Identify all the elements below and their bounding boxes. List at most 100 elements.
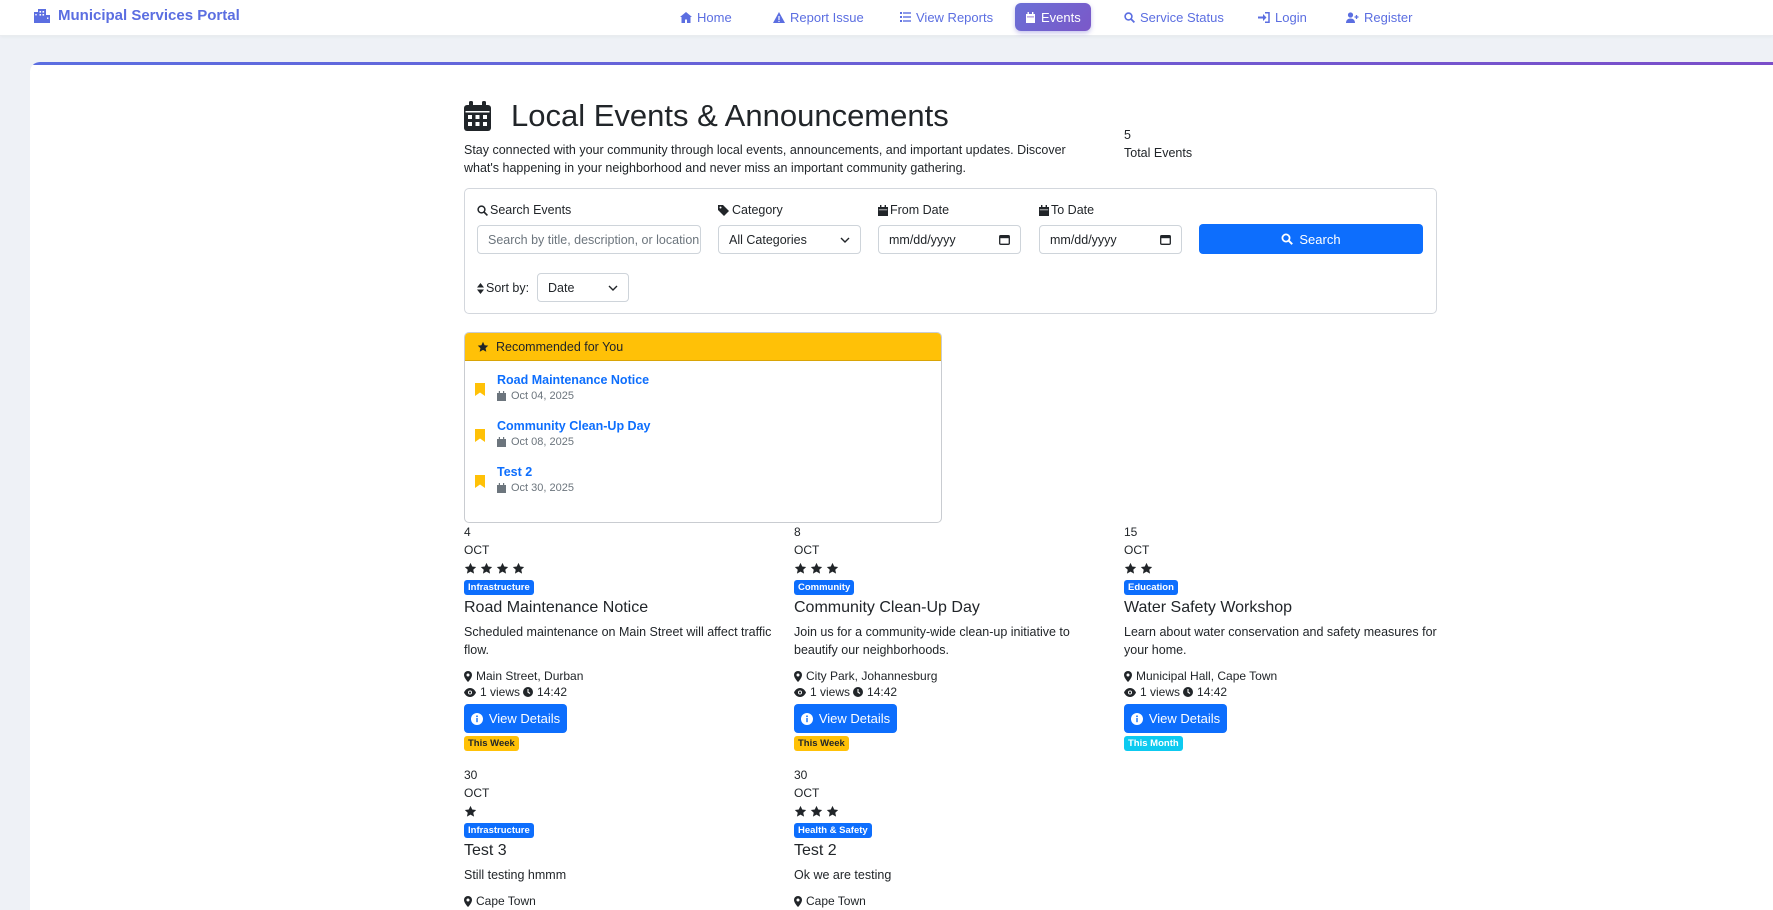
time-badge: This Week bbox=[464, 736, 519, 751]
event-description: Ok we are testing bbox=[794, 868, 892, 882]
nav-service-status[interactable]: Service Status bbox=[1114, 3, 1234, 31]
event-month: OCT bbox=[464, 786, 490, 800]
calendar-icon bbox=[497, 391, 506, 401]
sort-label: Sort by: bbox=[477, 281, 529, 295]
recommended-item-date-text: Oct 30, 2025 bbox=[511, 482, 574, 494]
sort-icon bbox=[477, 282, 484, 294]
event-description: Learn about water conservation and safet… bbox=[1124, 625, 1437, 657]
event-location-text: Municipal Hall, Cape Town bbox=[1136, 669, 1278, 683]
calendar-icon[interactable] bbox=[1160, 234, 1171, 245]
info-icon bbox=[1130, 712, 1143, 725]
nav-view-reports[interactable]: View Reports bbox=[890, 3, 1003, 31]
map-pin-icon bbox=[464, 670, 472, 682]
event-description: Scheduled maintenance on Main Street wil… bbox=[464, 625, 772, 657]
event-meta: 1 views 14:42 bbox=[464, 685, 784, 699]
event-rating bbox=[794, 802, 1114, 820]
page-title-text: Local Events & Announcements bbox=[511, 98, 949, 133]
warning-icon bbox=[773, 11, 785, 23]
event-month: OCT bbox=[464, 543, 490, 557]
sort-select-value: Date bbox=[548, 280, 575, 295]
star-icon bbox=[826, 562, 839, 574]
recommended-item[interactable]: Community Clean-Up Day Oct 08, 2025 bbox=[475, 419, 651, 448]
from-date-value: mm/dd/yyyy bbox=[889, 232, 956, 247]
event-views: 1 views bbox=[1140, 685, 1181, 699]
clock-icon bbox=[523, 687, 534, 697]
event-day: 4 bbox=[464, 525, 471, 539]
view-details-label: View Details bbox=[818, 711, 891, 726]
city-icon bbox=[34, 8, 50, 23]
event-time: 14:42 bbox=[867, 685, 898, 699]
search-input[interactable]: Search by title, description, or locatio… bbox=[477, 225, 701, 254]
search-button[interactable]: Search bbox=[1199, 224, 1423, 254]
to-date-label-text: To Date bbox=[1051, 203, 1095, 217]
event-day: 30 bbox=[794, 768, 808, 782]
sort-select[interactable]: Date bbox=[537, 273, 629, 302]
time-badge: This Month bbox=[1124, 736, 1183, 751]
event-description: Still testing hmmm bbox=[464, 868, 567, 882]
nav-service-status-label: Service Status bbox=[1140, 9, 1224, 25]
search-events-label: Search Events bbox=[477, 203, 571, 217]
nav-register[interactable]: Register bbox=[1336, 3, 1422, 31]
calendar-icon[interactable] bbox=[999, 234, 1010, 245]
eye-icon bbox=[794, 687, 806, 697]
recommended-item-title[interactable]: Road Maintenance Notice bbox=[497, 373, 649, 387]
search-button-label: Search bbox=[1299, 231, 1341, 247]
nav-home[interactable]: Home bbox=[670, 3, 742, 31]
recommended-item-date-text: Oct 08, 2025 bbox=[511, 436, 574, 448]
recommended-item-date: Oct 08, 2025 bbox=[497, 436, 651, 448]
recommended-item[interactable]: Road Maintenance Notice Oct 04, 2025 bbox=[475, 373, 649, 402]
event-location: Cape Town bbox=[464, 894, 784, 908]
event-location: City Park, Johannesburg bbox=[794, 669, 1114, 683]
nav-login[interactable]: Login bbox=[1248, 3, 1317, 31]
event-card: 15 OCT Education Water Safety Workshop L… bbox=[1124, 523, 1444, 751]
recommended-heading: Recommended for You bbox=[496, 339, 624, 354]
star-icon bbox=[496, 562, 509, 574]
event-location: Cape Town bbox=[794, 894, 1114, 908]
event-location-text: City Park, Johannesburg bbox=[806, 669, 938, 683]
recommended-item-title[interactable]: Community Clean-Up Day bbox=[497, 419, 651, 433]
home-icon bbox=[680, 11, 692, 23]
event-location-text: Cape Town bbox=[806, 894, 866, 908]
calendar-icon bbox=[464, 101, 491, 131]
bookmark-icon bbox=[475, 475, 485, 488]
from-date-input[interactable]: mm/dd/yyyy bbox=[878, 225, 1021, 254]
brand-name: Municipal Services Portal bbox=[58, 7, 240, 24]
star-icon bbox=[794, 562, 807, 574]
calendar-icon bbox=[497, 437, 506, 447]
to-date-input[interactable]: mm/dd/yyyy bbox=[1039, 225, 1182, 254]
recommended-header: Recommended for You bbox=[465, 333, 941, 361]
event-meta: 1 views 14:42 bbox=[794, 685, 1114, 699]
to-date-label: To Date bbox=[1039, 203, 1094, 217]
event-rating bbox=[1124, 559, 1444, 577]
nav-events[interactable]: Events bbox=[1015, 3, 1091, 31]
recommended-item[interactable]: Test 2 Oct 30, 2025 bbox=[475, 465, 574, 494]
recommended-item-date: Oct 30, 2025 bbox=[497, 482, 574, 494]
category-label: Category bbox=[718, 203, 783, 217]
view-details-button[interactable]: View Details bbox=[794, 704, 897, 733]
event-views: 1 views bbox=[810, 685, 851, 699]
total-events-stat: 5 Total Events bbox=[1124, 126, 1192, 162]
page-title: Local Events & Announcements bbox=[464, 98, 949, 134]
brand-link[interactable]: Municipal Services Portal bbox=[34, 7, 240, 24]
to-date-value: mm/dd/yyyy bbox=[1050, 232, 1117, 247]
star-icon bbox=[794, 805, 807, 817]
view-details-label: View Details bbox=[1148, 711, 1221, 726]
event-time: 14:42 bbox=[1197, 685, 1228, 699]
navbar: Municipal Services Portal Home Report Is… bbox=[0, 0, 1773, 36]
event-location-text: Main Street, Durban bbox=[476, 669, 584, 683]
category-select[interactable]: All Categories bbox=[718, 225, 861, 254]
star-icon bbox=[1124, 562, 1137, 574]
view-details-button[interactable]: View Details bbox=[1124, 704, 1227, 733]
category-label-text: Category bbox=[732, 203, 783, 217]
star-icon bbox=[826, 805, 839, 817]
sort-label-text: Sort by: bbox=[486, 281, 530, 295]
recommended-item-title[interactable]: Test 2 bbox=[497, 465, 574, 479]
event-time: 14:42 bbox=[537, 685, 568, 699]
nav-events-label: Events bbox=[1041, 9, 1081, 25]
event-location: Municipal Hall, Cape Town bbox=[1124, 669, 1444, 683]
star-icon bbox=[512, 562, 525, 574]
nav-report-issue[interactable]: Report Issue bbox=[763, 3, 874, 31]
category-badge: Infrastructure bbox=[464, 823, 534, 838]
event-location-text: Cape Town bbox=[476, 894, 536, 908]
view-details-button[interactable]: View Details bbox=[464, 704, 567, 733]
